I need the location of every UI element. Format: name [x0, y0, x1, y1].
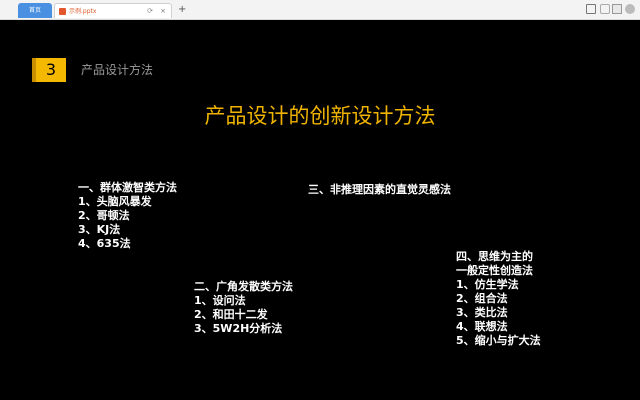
method-item: 3、KJ法	[78, 223, 121, 236]
user-avatar-icon[interactable]	[625, 4, 635, 14]
tab-document[interactable]: 示例.pptx ⟳ ×	[54, 3, 172, 18]
method-item: 2、哥顿法	[78, 209, 130, 222]
method-group-heading: 一般定性创造法	[456, 264, 533, 277]
method-item: 1、头脑风暴发	[78, 195, 152, 208]
method-item: 4、635法	[78, 237, 131, 250]
slide-title: 产品设计的创新设计方法	[204, 104, 436, 128]
tab-refresh-icon[interactable]: ⟳	[147, 4, 153, 18]
method-group-heading: 二、广角发散类方法	[194, 280, 293, 293]
method-item: 3、类比法	[456, 306, 508, 319]
tab-document-label: 示例.pptx	[69, 8, 97, 15]
method-item: 1、仿生学法	[456, 278, 519, 291]
method-item: 5、缩小与扩大法	[456, 334, 541, 347]
method-group-heading: 三、非推理因素的直觉灵感法	[308, 183, 451, 196]
method-group-heading: 一、群体激智类方法	[78, 181, 177, 194]
method-item: 2、和田十二发	[194, 308, 268, 321]
presentation-file-icon	[59, 8, 66, 15]
screenshot-icon[interactable]	[612, 4, 622, 14]
method-group-2: 二、广角发散类方法 1、设问法 2、和田十二发 3、5W2H分析法	[194, 280, 293, 336]
new-tab-button[interactable]: +	[178, 2, 186, 17]
method-item: 1、设问法	[194, 294, 246, 307]
method-item: 4、联想法	[456, 320, 508, 333]
tab-close-icon[interactable]: ×	[160, 4, 166, 18]
section-title: 产品设计方法	[81, 63, 154, 77]
reader-mode-icon[interactable]	[586, 4, 596, 14]
window-icon[interactable]	[600, 4, 610, 14]
browser-tab-bar: 首页 示例.pptx ⟳ × +	[0, 0, 640, 20]
section-number-badge: 3	[32, 58, 66, 82]
tab-home[interactable]: 首页	[18, 3, 52, 18]
method-item: 3、5W2H分析法	[194, 322, 283, 335]
method-item: 2、组合法	[456, 292, 508, 305]
method-group-1: 一、群体激智类方法 1、头脑风暴发 2、哥顿法 3、KJ法 4、635法	[78, 181, 177, 251]
method-group-4: 四、思维为主的 一般定性创造法 1、仿生学法 2、组合法 3、类比法 4、联想法…	[456, 250, 541, 348]
method-group-heading: 四、思维为主的	[456, 250, 533, 263]
method-group-3: 三、非推理因素的直觉灵感法	[308, 183, 451, 197]
